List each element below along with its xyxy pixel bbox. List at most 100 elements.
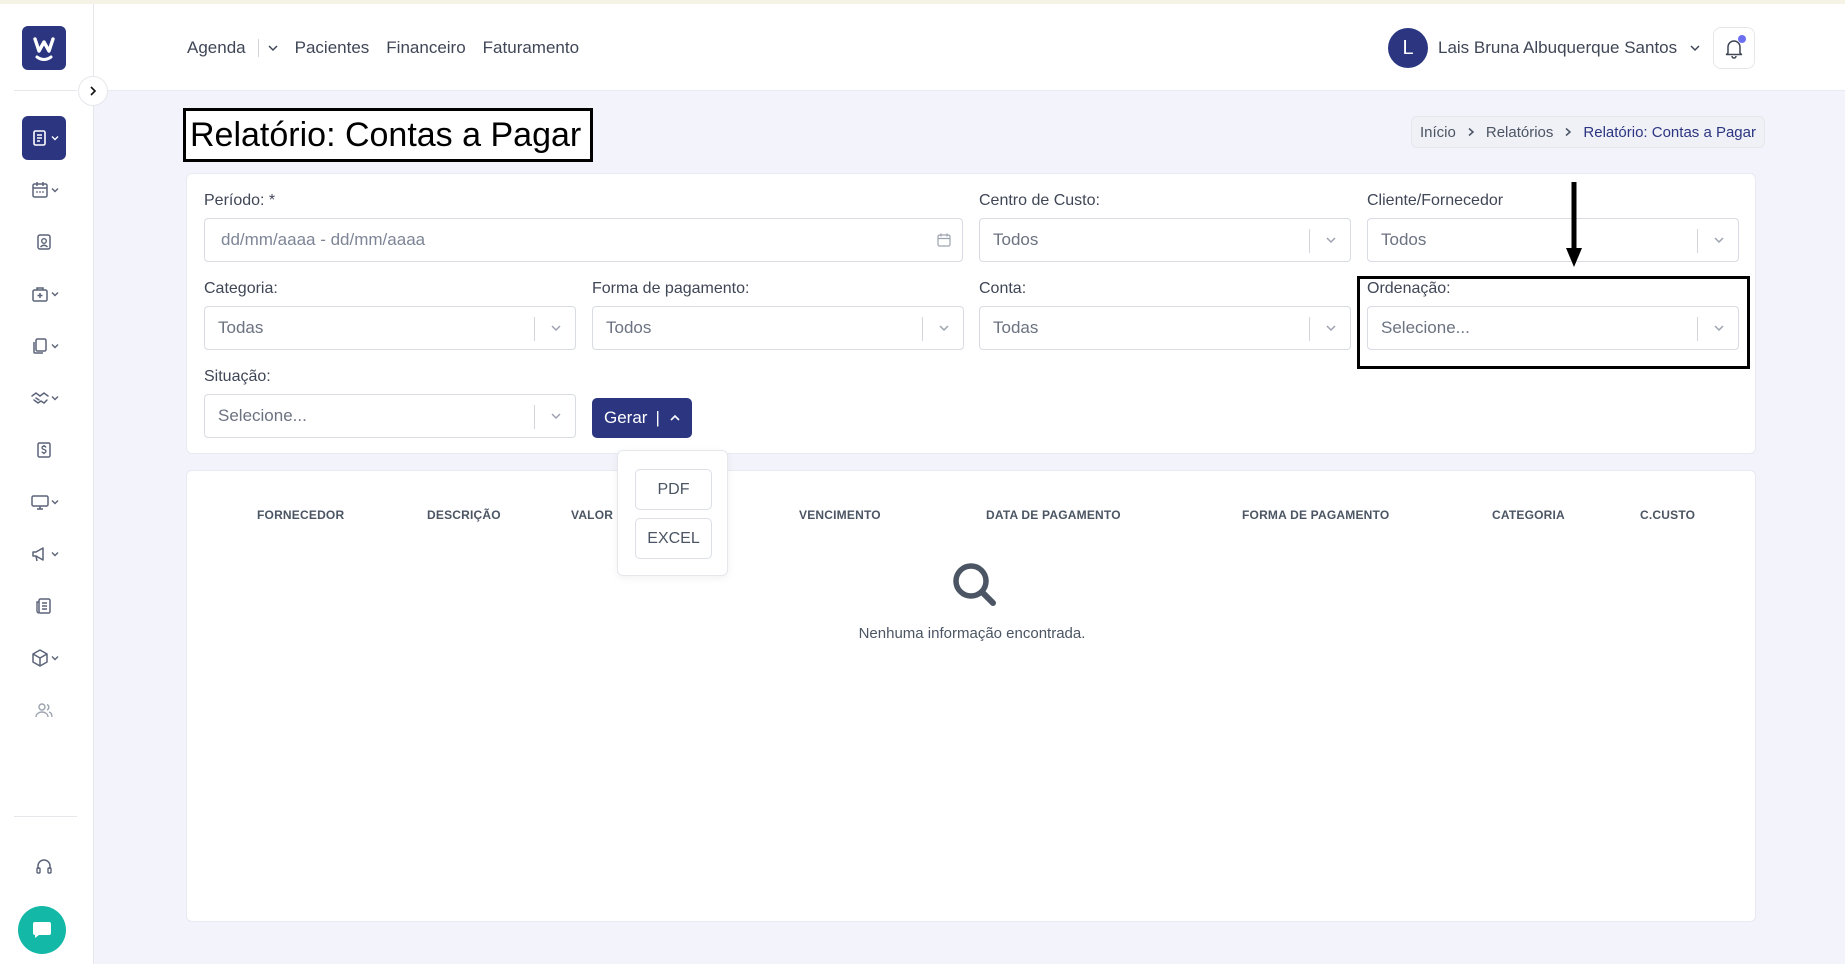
categoria-value: Todas — [218, 318, 264, 337]
periodo-placeholder: dd/mm/aaaa - dd/mm/aaaa — [221, 230, 426, 249]
conta-select[interactable]: Todas — [979, 306, 1351, 350]
notifications-button[interactable] — [1713, 27, 1755, 69]
dollar-icon — [37, 442, 51, 458]
sidebar-item-stock[interactable] — [22, 636, 66, 680]
user-name: Lais Bruna Albuquerque Santos — [1438, 38, 1678, 57]
filters-card: Período: * dd/mm/aaaa - dd/mm/aaaa Centr… — [186, 173, 1756, 454]
forma-pagamento-label: Forma de pagamento: — [592, 280, 750, 297]
chevron-down-icon — [51, 396, 58, 401]
column-header-data-pagamento[interactable]: DATA DE PAGAMENTO — [986, 508, 1121, 522]
agenda-dropdown-toggle[interactable] — [267, 42, 279, 54]
export-excel-option[interactable]: EXCEL — [635, 518, 712, 559]
sidebar — [0, 4, 94, 964]
column-header-forma-pagamento[interactable]: FORMA DE PAGAMENTO — [1242, 508, 1389, 522]
report-icon — [32, 130, 46, 146]
column-header-valor[interactable]: VALOR — [571, 508, 613, 522]
situacao-select[interactable]: Selecione... — [204, 394, 576, 438]
sidebar-item-agreements[interactable] — [22, 376, 66, 420]
breadcrumb-inicio[interactable]: Início — [1420, 124, 1456, 141]
sidebar-item-support[interactable] — [22, 845, 66, 889]
categoria-label: Categoria: — [204, 280, 278, 297]
periodo-date-input[interactable]: dd/mm/aaaa - dd/mm/aaaa — [204, 218, 963, 262]
sidebar-item-marketing[interactable] — [22, 532, 66, 576]
sidebar-item-news[interactable] — [22, 584, 66, 628]
medical-kit-icon — [31, 287, 48, 302]
chevron-down-icon — [1714, 325, 1724, 332]
calendar-icon — [937, 233, 951, 247]
sidebar-divider — [14, 90, 77, 91]
gerar-dropdown-menu: PDF EXCEL — [617, 450, 728, 576]
results-table: FORNECEDOR DESCRIÇÃO VALOR VENCIMENTO DA… — [186, 470, 1756, 922]
chevron-down-icon — [51, 500, 58, 505]
sidebar-item-users[interactable] — [22, 688, 66, 732]
breadcrumb-relatorios[interactable]: Relatórios — [1486, 124, 1554, 141]
cliente-fornecedor-value: Todos — [1381, 230, 1427, 249]
cliente-fornecedor-select[interactable]: Todos — [1367, 218, 1739, 262]
chevron-down-icon — [1714, 237, 1724, 244]
top-header: Agenda Pacientes Financeiro Faturamento … — [94, 4, 1845, 91]
export-pdf-option[interactable]: PDF — [635, 469, 712, 510]
gerar-label: Gerar — [604, 408, 648, 427]
column-header-vencimento[interactable]: VENCIMENTO — [799, 508, 881, 522]
documents-icon — [32, 338, 47, 354]
sidebar-item-reports[interactable] — [22, 116, 66, 160]
chevron-up-icon — [670, 414, 680, 421]
app-logo[interactable] — [22, 26, 66, 70]
chevron-down-icon — [51, 344, 58, 349]
sidebar-toggle-button[interactable] — [78, 76, 108, 106]
column-header-ccusto[interactable]: C.CUSTO — [1640, 508, 1695, 522]
chevron-down-icon — [551, 413, 561, 420]
centro-custo-label: Centro de Custo: — [979, 192, 1100, 209]
breadcrumb-current: Relatório: Contas a Pagar — [1583, 123, 1756, 141]
chevron-down-icon — [1690, 45, 1700, 52]
chevron-down-icon — [51, 292, 58, 297]
categoria-select[interactable]: Todas — [204, 306, 576, 350]
centro-custo-value: Todos — [993, 230, 1039, 249]
situacao-label: Situação: — [204, 368, 271, 385]
notification-dot — [1738, 35, 1746, 43]
patient-icon — [37, 234, 51, 250]
conta-label: Conta: — [979, 280, 1027, 297]
sidebar-item-medical[interactable] — [22, 272, 66, 316]
chevron-down-icon — [51, 656, 58, 661]
column-header-descricao[interactable]: DESCRIÇÃO — [427, 508, 501, 522]
breadcrumb-separator — [1466, 127, 1476, 137]
chevron-down-icon — [551, 325, 561, 332]
chevron-down-icon — [51, 136, 58, 141]
nav-pacientes[interactable]: Pacientes — [295, 38, 370, 58]
breadcrumb: Início Relatórios Relatório: Contas a Pa… — [1411, 116, 1765, 148]
user-menu[interactable]: L Lais Bruna Albuquerque Santos — [1388, 28, 1701, 68]
forma-pagamento-select[interactable]: Todos — [592, 306, 964, 350]
chevron-down-icon — [268, 45, 278, 52]
sidebar-item-patients[interactable] — [22, 220, 66, 264]
headset-icon — [36, 859, 52, 874]
sidebar-item-calendar[interactable] — [22, 168, 66, 212]
nav-faturamento[interactable]: Faturamento — [483, 38, 579, 58]
column-header-fornecedor[interactable]: FORNECEDOR — [257, 508, 344, 522]
chevron-down-icon — [51, 188, 58, 193]
avatar: L — [1388, 28, 1428, 68]
chevron-down-icon — [1326, 325, 1336, 332]
ordenacao-select[interactable]: Selecione... — [1367, 306, 1739, 350]
calendar-icon — [31, 182, 48, 198]
sidebar-divider — [14, 816, 77, 817]
sidebar-item-finance[interactable] — [22, 428, 66, 472]
gerar-button[interactable]: Gerar | — [592, 398, 692, 438]
centro-custo-select[interactable]: Todos — [979, 218, 1351, 262]
chat-bubble-icon — [33, 922, 51, 938]
nav-separator — [257, 39, 259, 57]
chevron-right-icon — [1565, 127, 1572, 137]
sidebar-item-monitor[interactable] — [22, 480, 66, 524]
gerar-separator: | — [655, 408, 660, 427]
users-icon — [35, 703, 53, 718]
chevron-down-icon — [1326, 237, 1336, 244]
column-header-categoria[interactable]: CATEGORIA — [1492, 508, 1565, 522]
search-icon — [953, 563, 996, 606]
nav-financeiro[interactable]: Financeiro — [386, 38, 465, 58]
megaphone-icon — [31, 547, 44, 562]
breadcrumb-separator — [1563, 127, 1573, 137]
chat-button[interactable] — [18, 906, 66, 954]
chevron-right-icon — [1468, 127, 1474, 137]
sidebar-item-documents[interactable] — [22, 324, 66, 368]
nav-agenda[interactable]: Agenda — [187, 38, 246, 58]
